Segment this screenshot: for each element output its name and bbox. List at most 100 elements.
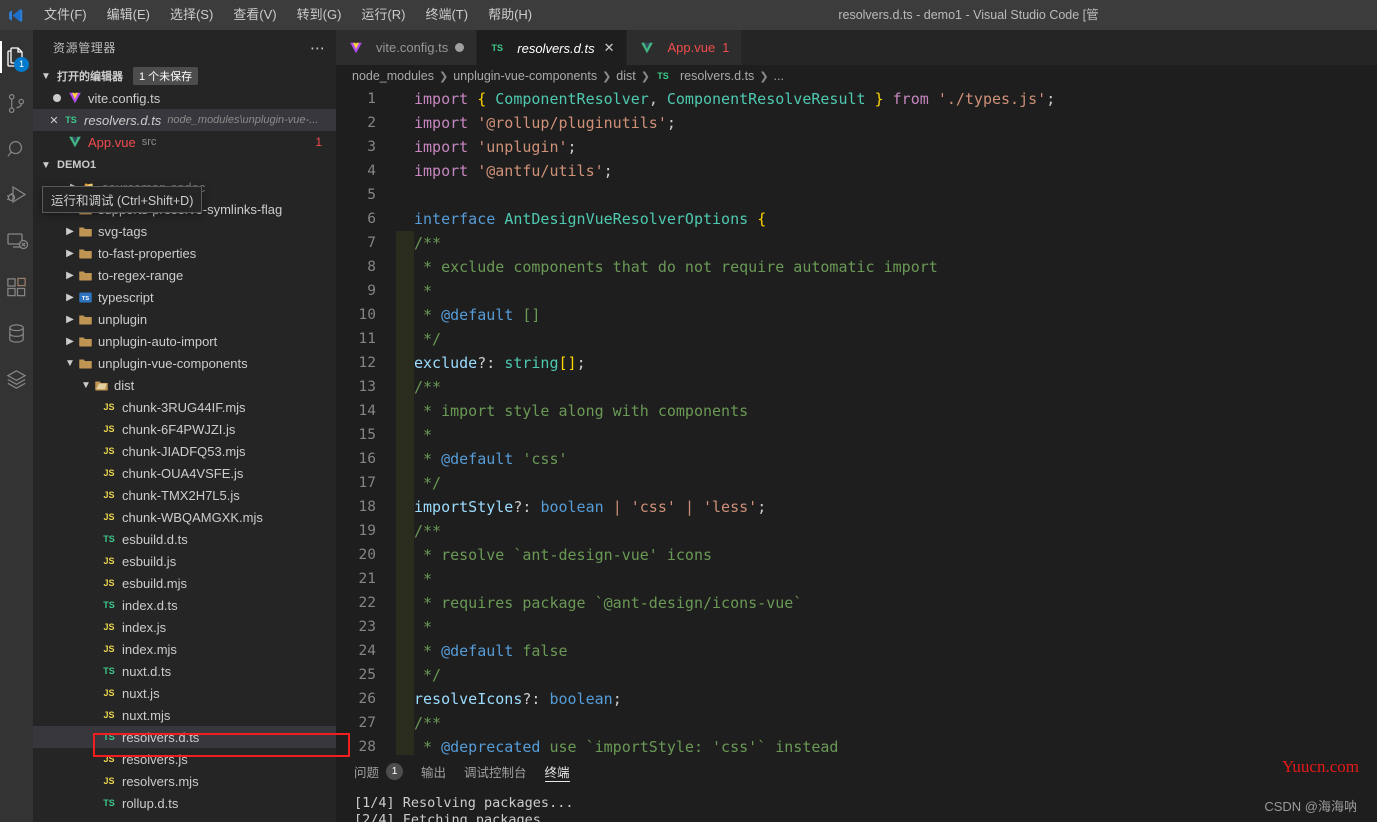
code-line[interactable]: 1 import { ComponentResolver, ComponentRe… (336, 87, 1377, 111)
code-editor[interactable]: 1 import { ComponentResolver, ComponentRe… (336, 87, 1377, 755)
layers-icon[interactable] (0, 356, 33, 402)
code-line[interactable]: 14 * import style along with components (336, 399, 1377, 423)
tab-resolvers-dts[interactable]: TS resolvers.d.ts ✕ (477, 30, 628, 65)
code-line[interactable]: 6 interface AntDesignVueResolverOptions { (336, 207, 1377, 231)
code-line[interactable]: 17 */ (336, 471, 1377, 495)
tree-file-row[interactable]: JS nuxt.mjs (33, 704, 336, 726)
code-line[interactable]: 22 * requires package `@ant-design/icons… (336, 591, 1377, 615)
tree-file-row[interactable]: TS esbuild.d.ts (33, 528, 336, 550)
chevron-right-icon[interactable]: ▶ (63, 292, 77, 303)
run-and-debug-icon[interactable] (0, 172, 33, 218)
menu-view[interactable]: 查看(V) (223, 4, 286, 26)
code-line[interactable]: 19 /** (336, 519, 1377, 543)
chevron-down-icon[interactable]: ▼ (79, 380, 93, 391)
chevron-right-icon[interactable]: ▶ (63, 336, 77, 347)
code-line[interactable]: 24 * @default false (336, 639, 1377, 663)
menu-help[interactable]: 帮助(H) (478, 4, 542, 26)
chevron-right-icon[interactable]: ▶ (63, 270, 77, 281)
terminal-output[interactable]: [1/4] Resolving packages... [2/4] Fetchi… (336, 787, 1377, 822)
remote-explorer-icon[interactable] (0, 218, 33, 264)
tree-folder-row[interactable]: ▼ dist (33, 374, 336, 396)
tree-file-row[interactable]: JS index.js (33, 616, 336, 638)
tree-file-row[interactable]: JS chunk-6F4PWJZI.js (33, 418, 336, 440)
chevron-right-icon[interactable]: ▶ (63, 226, 77, 237)
code-line[interactable]: 3 import 'unplugin'; (336, 135, 1377, 159)
tree-file-row[interactable]: JS resolvers.js (33, 748, 336, 770)
code-line[interactable]: 5 (336, 183, 1377, 207)
tree-file-row[interactable]: TS resolvers.d.ts (33, 726, 336, 748)
breadcrumb-item-resolvers-dts[interactable]: resolvers.d.ts (680, 69, 754, 83)
code-line[interactable]: 28 * @deprecated use `importStyle: 'css'… (336, 735, 1377, 755)
breadcrumb-item-unplugin-vue-components[interactable]: unplugin-vue-components (453, 69, 597, 83)
tree-folder-row[interactable]: ▶ TS typescript (33, 286, 336, 308)
tree-folder-row[interactable]: ▼ unplugin-vue-components (33, 352, 336, 374)
tab-vite-config[interactable]: vite.config.ts (336, 30, 478, 65)
search-icon[interactable] (0, 126, 33, 172)
tree-folder-row[interactable]: ▶ to-fast-properties (33, 242, 336, 264)
panel-tab-terminal[interactable]: 终端 (544, 755, 570, 787)
panel-tab-output[interactable]: 输出 (421, 755, 446, 787)
tree-file-row[interactable]: TS rollup.d.ts (33, 792, 336, 814)
menu-go[interactable]: 转到(G) (287, 4, 352, 26)
code-line[interactable]: 20 * resolve `ant-design-vue' icons (336, 543, 1377, 567)
panel-tab-problems[interactable]: 问题 1 (354, 755, 404, 787)
panel-tab-debug-console[interactable]: 调试控制台 (464, 755, 527, 787)
database-icon[interactable] (0, 310, 33, 356)
tree-file-row[interactable]: TS nuxt.d.ts (33, 660, 336, 682)
section-workspace[interactable]: ▼ DEMO1 (33, 154, 336, 176)
code-line[interactable]: 7 /** (336, 231, 1377, 255)
code-line[interactable]: 21 * (336, 567, 1377, 591)
tree-file-row[interactable]: JS nuxt.js (33, 682, 336, 704)
tree-file-row[interactable]: JS chunk-OUA4VSFE.js (33, 462, 336, 484)
code-line[interactable]: 15 * (336, 423, 1377, 447)
source-control-icon[interactable] (0, 80, 33, 126)
section-open-editors[interactable]: ▼ 打开的编辑器 1 个未保存 (33, 65, 336, 87)
tree-file-row[interactable]: JS chunk-3RUG44IF.mjs (33, 396, 336, 418)
tree-file-row[interactable]: JS esbuild.js (33, 550, 336, 572)
tree-folder-row[interactable]: ▶ unplugin-auto-import (33, 330, 336, 352)
code-line[interactable]: 16 * @default 'css' (336, 447, 1377, 471)
breadcrumb-item-node-modules[interactable]: node_modules (352, 69, 434, 83)
code-line[interactable]: 12 exclude?: string[]; (336, 351, 1377, 375)
code-line[interactable]: 9 * (336, 279, 1377, 303)
code-line[interactable]: 4 import '@antfu/utils'; (336, 159, 1377, 183)
code-line[interactable]: 10 * @default [] (336, 303, 1377, 327)
tab-app-vue[interactable]: App.vue 1 (627, 30, 743, 65)
tree-file-row[interactable]: JS resolvers.mjs (33, 770, 336, 792)
code-line[interactable]: 11 */ (336, 327, 1377, 351)
code-line[interactable]: 27 /** (336, 711, 1377, 735)
menu-run[interactable]: 运行(R) (351, 4, 415, 26)
breadcrumb-item-dist[interactable]: dist (616, 69, 635, 83)
dirty-indicator-icon[interactable] (455, 43, 465, 52)
chevron-right-icon[interactable]: ▶ (63, 248, 77, 259)
code-line[interactable]: 2 import '@rollup/pluginutils'; (336, 111, 1377, 135)
close-icon[interactable]: ✕ (604, 40, 615, 56)
tree-file-row[interactable]: JS chunk-JIADFQ53.mjs (33, 440, 336, 462)
close-icon[interactable]: ✕ (47, 114, 61, 127)
tree-folder-row[interactable]: ▶ svg-tags (33, 220, 336, 242)
code-line[interactable]: 13 /** (336, 375, 1377, 399)
tree-file-row[interactable]: TS index.d.ts (33, 594, 336, 616)
open-editor-app-vue[interactable]: App.vue src 1 (33, 131, 336, 153)
explorer-icon[interactable]: 1 (0, 34, 33, 80)
code-line[interactable]: 25 */ (336, 663, 1377, 687)
tree-file-row[interactable]: JS index.mjs (33, 638, 336, 660)
tree-file-row[interactable]: JS esbuild.mjs (33, 572, 336, 594)
open-editor-resolvers-dts[interactable]: ✕ TS resolvers.d.ts node_modules\unplugi… (33, 109, 336, 131)
tree-folder-row[interactable]: ▶ to-regex-range (33, 264, 336, 286)
chevron-right-icon[interactable]: ▶ (63, 314, 77, 325)
code-line[interactable]: 18 importStyle?: boolean | 'css' | 'less'… (336, 495, 1377, 519)
menu-file[interactable]: 文件(F) (34, 4, 97, 26)
extensions-icon[interactable] (0, 264, 33, 310)
tree-folder-row[interactable]: ▶ unplugin (33, 308, 336, 330)
chevron-down-icon[interactable]: ▼ (63, 358, 77, 369)
open-editor-vite-config[interactable]: vite.config.ts (33, 87, 336, 109)
code-line[interactable]: 23 * (336, 615, 1377, 639)
breadcrumb-item-overflow[interactable]: ... (774, 69, 784, 83)
code-line[interactable]: 26 resolveIcons?: boolean; (336, 687, 1377, 711)
menu-edit[interactable]: 编辑(E) (97, 4, 160, 26)
ellipsis-icon[interactable]: ⋯ (310, 39, 326, 57)
menu-selection[interactable]: 选择(S) (160, 4, 223, 26)
tree-file-row[interactable]: JS chunk-WBQAMGXK.mjs (33, 506, 336, 528)
code-line[interactable]: 8 * exclude components that do not requi… (336, 255, 1377, 279)
